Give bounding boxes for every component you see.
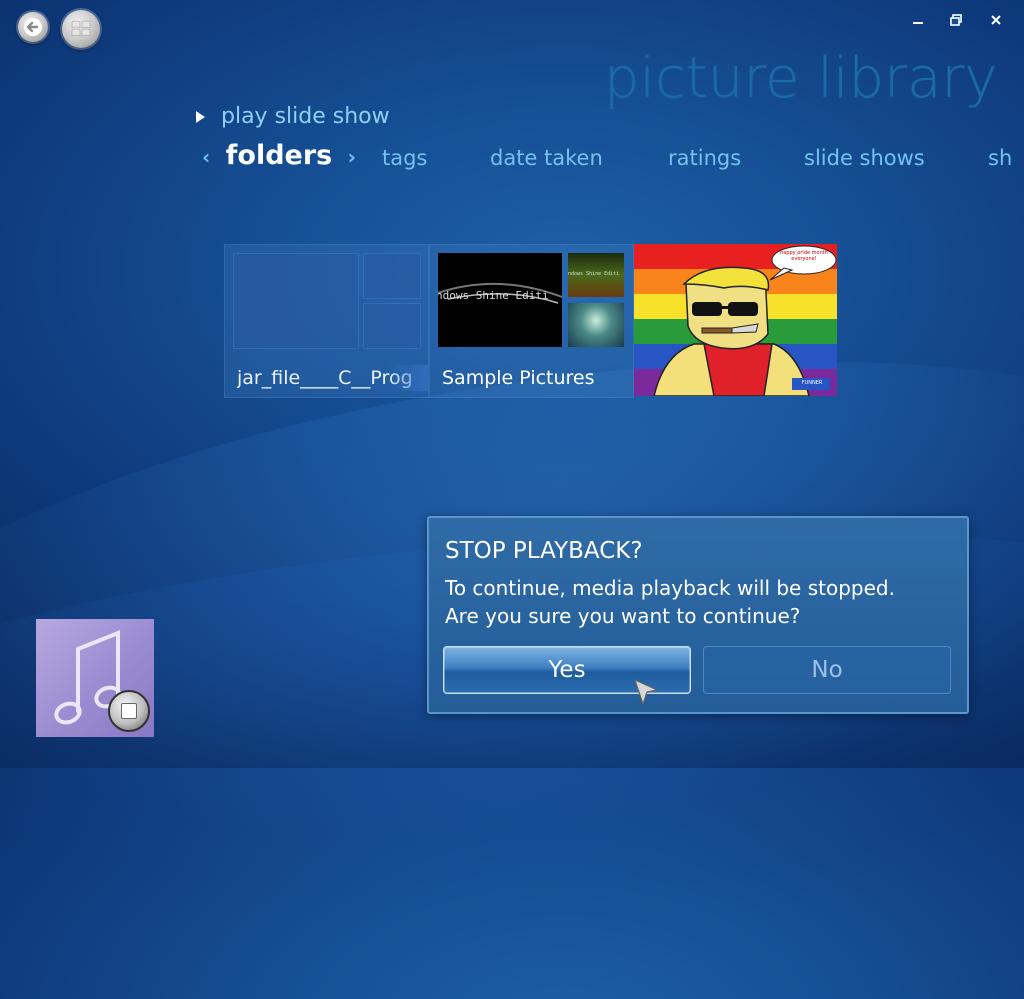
thumbnail-small-bottom (568, 303, 624, 347)
thumbnail-small-text: ndows Shine Editi (568, 271, 620, 277)
thumbnail-text: ndows Shine Editi (438, 289, 549, 302)
thumbnail-shine-edition: ndows Shine Editi (438, 253, 562, 347)
label-fade (388, 365, 428, 391)
mouse-cursor-icon (634, 679, 658, 705)
play-slide-show-link[interactable]: play slide show (196, 104, 390, 129)
dialog-message: To continue, media playback will be stop… (445, 574, 955, 630)
dialog-message-line1: To continue, media playback will be stop… (445, 576, 895, 600)
speech-bubble-text: happy pride month everyone! (780, 250, 828, 262)
folder-label: Sample Pictures (442, 367, 595, 389)
stop-button[interactable] (108, 690, 150, 732)
category-nav: ‹ folders › tags date taken ratings slid… (0, 140, 1024, 180)
windows-logo-icon (71, 20, 91, 37)
placeholder-large (233, 253, 359, 349)
play-icon (196, 110, 205, 123)
dialog-title: STOP PLAYBACK? (445, 538, 643, 564)
stop-playback-dialog: STOP PLAYBACK? To continue, media playba… (427, 516, 969, 714)
placeholder-small-bottom (363, 303, 421, 349)
play-slide-show-label: play slide show (221, 104, 390, 129)
start-button[interactable] (62, 10, 100, 48)
close-button[interactable] (986, 14, 1006, 30)
tab-tags[interactable]: tags (382, 146, 427, 170)
tab-folders-label: folders (225, 140, 333, 171)
back-arrow-icon (24, 18, 42, 36)
restore-button[interactable] (946, 14, 966, 30)
image-tag-text: FUNNER (801, 380, 823, 386)
no-button[interactable]: No (703, 646, 951, 694)
picture-tile-cartoon[interactable]: happy pride month everyone! FUNNER (634, 244, 837, 397)
close-icon (991, 15, 1001, 25)
tab-folders[interactable]: ‹ folders › (202, 140, 356, 171)
thumbnail-small-top: ndows Shine Editi (568, 253, 624, 297)
folder-tile-sample-pictures[interactable]: ndows Shine Editi ndows Shine Editi Samp… (429, 244, 634, 398)
cartoon-image (634, 244, 837, 397)
back-button[interactable] (18, 12, 48, 42)
dialog-message-line2: Are you sure you want to continue? (445, 604, 801, 628)
folder-tile-jar-file[interactable]: jar_file____C__Prog (224, 244, 429, 398)
tab-slide-shows[interactable]: slide shows (804, 146, 925, 170)
minimize-button[interactable] (908, 14, 928, 30)
page-title: picture library (604, 46, 998, 111)
stop-icon (121, 703, 137, 719)
tab-ratings[interactable]: ratings (668, 146, 741, 170)
chevron-right-icon: › (347, 145, 356, 169)
tab-date-taken[interactable]: date taken (490, 146, 603, 170)
placeholder-small-top (363, 253, 421, 299)
chevron-left-icon: ‹ (202, 145, 211, 169)
tab-shared[interactable]: sh (988, 146, 1012, 170)
minimize-icon (913, 22, 923, 24)
restore-icon (950, 14, 962, 26)
